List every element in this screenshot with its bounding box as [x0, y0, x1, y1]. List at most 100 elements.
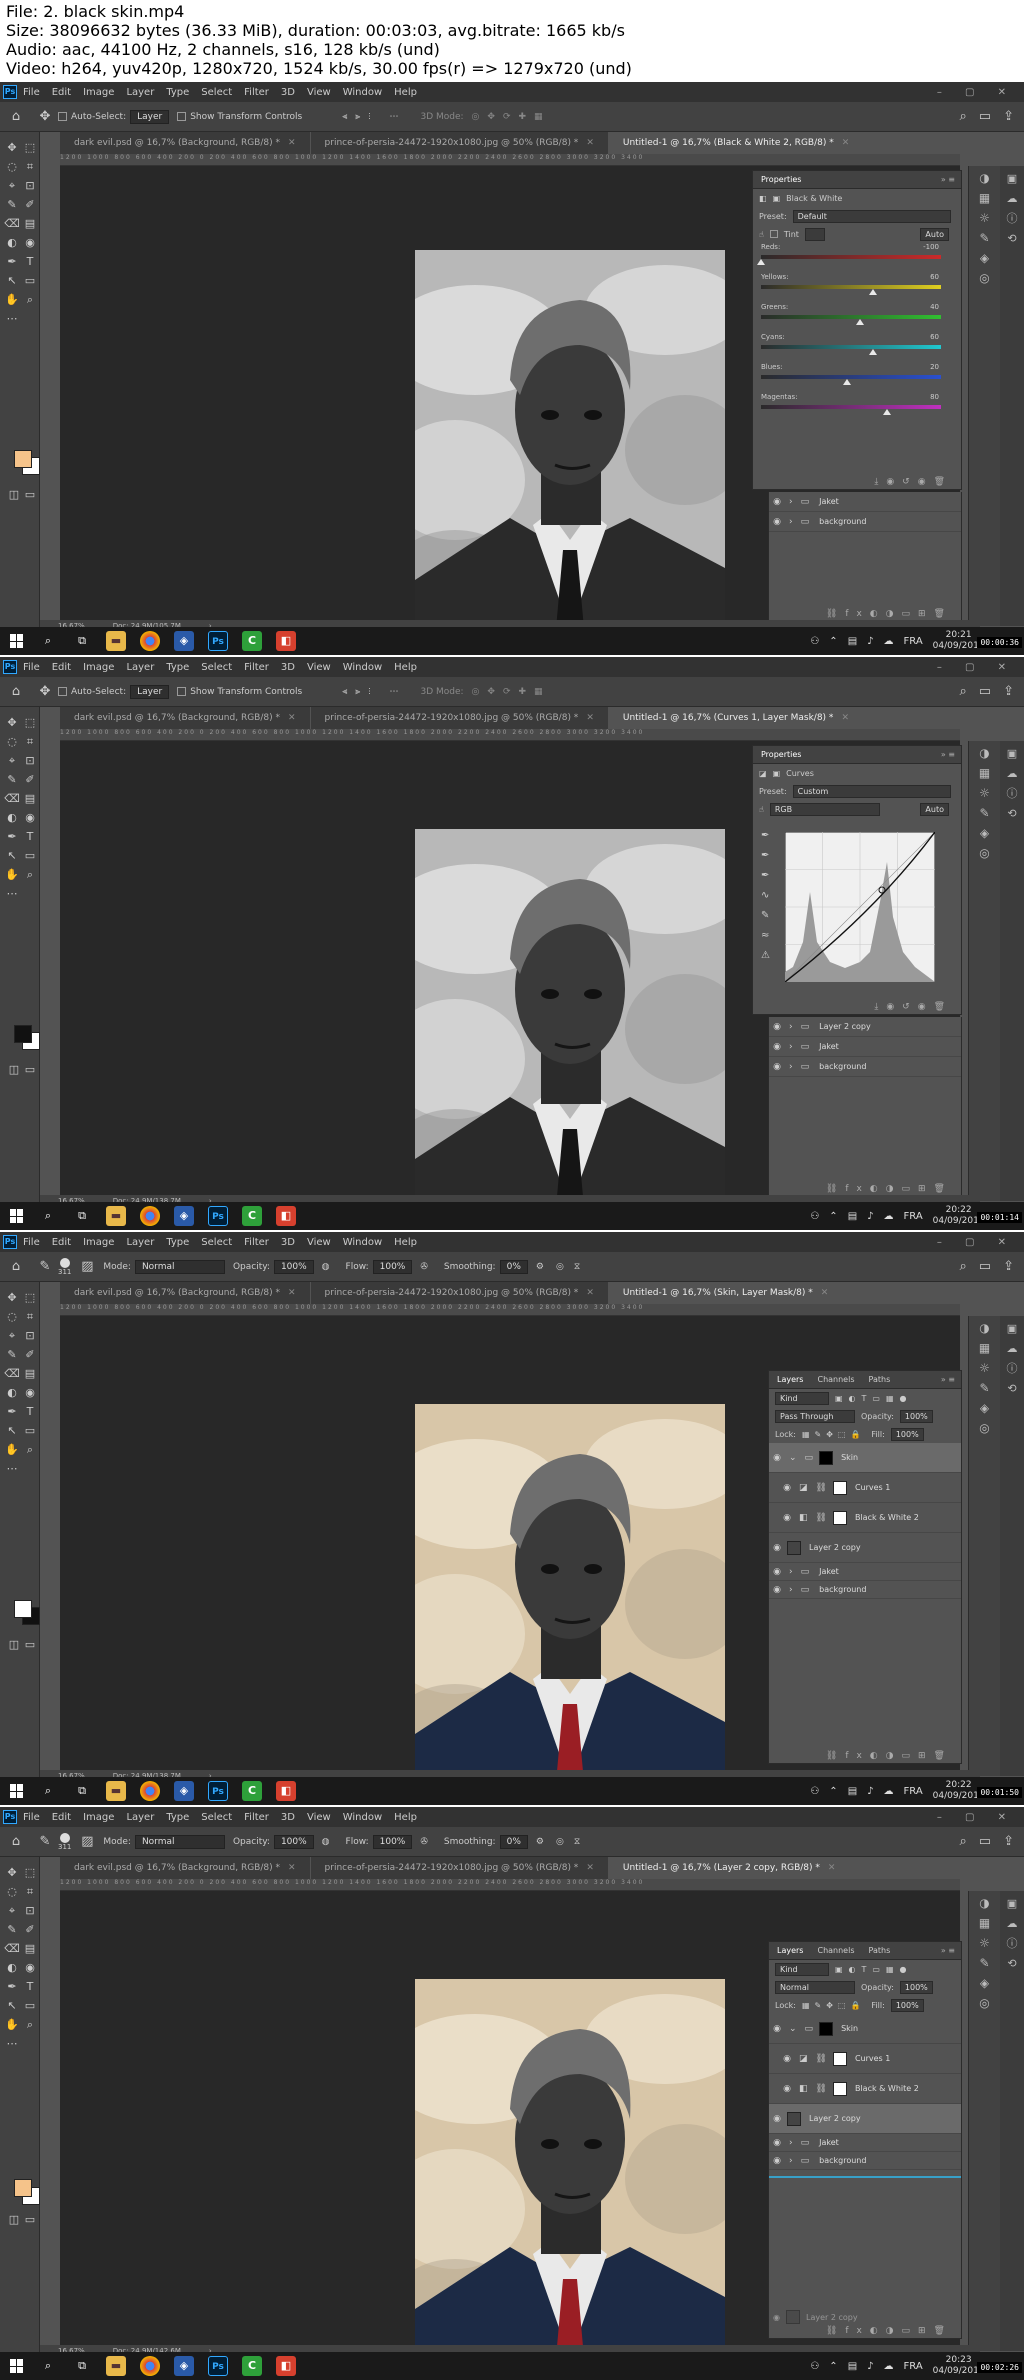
tool-icon[interactable]: ✐: [22, 1347, 38, 1363]
tool-icon[interactable]: ◌: [4, 734, 20, 750]
menu-item[interactable]: File: [23, 1237, 40, 1248]
tool-icon[interactable]: ✒: [4, 829, 20, 845]
pencil-icon[interactable]: ✎: [761, 906, 770, 926]
window-controls[interactable]: – ▢ ✕: [937, 87, 1016, 98]
tool-icon[interactable]: ⌫: [4, 216, 20, 232]
eye-icon[interactable]: ◉: [779, 2084, 795, 2094]
tab-channels[interactable]: Channels: [817, 1375, 854, 1384]
tool-icon[interactable]: ◉: [22, 1960, 38, 1976]
chrome-icon[interactable]: [140, 631, 160, 651]
expand-arrow-icon[interactable]: ›: [789, 2138, 793, 2148]
layer-row[interactable]: ◉ › ▭ Jaket: [769, 2134, 961, 2152]
channel-select[interactable]: RGB: [769, 802, 880, 816]
menu-item[interactable]: Filter: [244, 662, 269, 673]
bw-slider-thumb[interactable]: [856, 319, 864, 325]
color-panel-icon[interactable]: ◑: [977, 170, 993, 186]
layer-row[interactable]: ◉ › ▭ background: [769, 1581, 961, 1599]
volume-icon[interactable]: ♪: [867, 2361, 873, 2372]
close-icon[interactable]: ✕: [288, 138, 296, 148]
channels-icon[interactable]: ◎: [977, 270, 993, 286]
eye-icon[interactable]: ◉: [769, 1585, 785, 1595]
menu-item[interactable]: Image: [83, 1812, 114, 1823]
lock-icons[interactable]: ▦✎✥⬚🔒: [802, 2001, 865, 2010]
menu-item[interactable]: Window: [343, 1812, 382, 1823]
curves-graph[interactable]: [785, 832, 935, 982]
brush-size-picker[interactable]: 311: [58, 1832, 71, 1851]
cloud-icon[interactable]: ☁: [884, 2361, 894, 2372]
app-icon[interactable]: ◈: [174, 1781, 194, 1801]
tool-icon[interactable]: ⌖: [4, 753, 20, 769]
photoshop-icon[interactable]: Ps: [208, 631, 228, 651]
eye-icon[interactable]: ◉: [769, 1543, 785, 1553]
tab-paths[interactable]: Paths: [869, 1375, 891, 1384]
tool-icon[interactable]: ⌕: [22, 292, 38, 308]
layer-row[interactable]: ◉ › ▭ background: [769, 1057, 961, 1077]
tool-icon[interactable]: ⊡: [22, 1903, 38, 1919]
tool-icon[interactable]: ⌕: [22, 2017, 38, 2033]
adjustments-icon[interactable]: ☼: [977, 1360, 993, 1376]
menu-item[interactable]: Edit: [52, 1812, 71, 1823]
recorder-icon[interactable]: ◧: [276, 2356, 296, 2376]
camtasia-icon[interactable]: C: [242, 1781, 262, 1801]
tool-icon[interactable]: ▤: [22, 216, 38, 232]
tool-icon[interactable]: ↖: [4, 848, 20, 864]
close-icon[interactable]: ✕: [842, 138, 850, 148]
close-icon[interactable]: ✕: [288, 713, 296, 723]
brush-panel-icon[interactable]: ▨: [79, 1834, 95, 1850]
layer-row[interactable]: ◉ Layer 2 copy: [769, 2104, 961, 2134]
chrome-icon[interactable]: [140, 1781, 160, 1801]
flow-field[interactable]: 100%: [372, 1834, 413, 1849]
keyboard-language[interactable]: FRA: [904, 636, 923, 647]
search-icon[interactable]: ⌕: [960, 1259, 967, 1274]
symmetry-icon[interactable]: ⧖: [574, 1837, 580, 1847]
windows-start-icon[interactable]: [10, 2359, 24, 2373]
menu-item[interactable]: Filter: [244, 1812, 269, 1823]
bw-slider-track[interactable]: [761, 315, 941, 325]
bw-slider-thumb[interactable]: [883, 409, 891, 415]
tool-icon[interactable]: ⌖: [4, 1903, 20, 1919]
windows-start-icon[interactable]: [10, 1784, 24, 1798]
brush-size-picker[interactable]: 311: [58, 1257, 71, 1276]
recorder-icon[interactable]: ◧: [276, 1206, 296, 1226]
menu-item[interactable]: View: [307, 662, 331, 673]
cloud-icon[interactable]: ☁: [884, 1786, 894, 1797]
layers-icon[interactable]: ◈: [977, 1975, 993, 1991]
eye-icon[interactable]: ◉: [779, 2054, 795, 2064]
targeted-adjust-icon[interactable]: ☝: [759, 230, 764, 239]
tool-icon[interactable]: ↖: [4, 1998, 20, 2014]
tint-checkbox[interactable]: [769, 230, 778, 238]
adjustments-icon[interactable]: ☼: [977, 785, 993, 801]
preset-select[interactable]: Custom: [792, 784, 951, 798]
share-icon[interactable]: ⇪: [1003, 1259, 1014, 1274]
auto-select-target[interactable]: Layer: [130, 684, 170, 699]
bw-slider-thumb[interactable]: [868, 289, 877, 295]
eyedropper-gray-icon[interactable]: ✒: [761, 846, 770, 866]
opacity-field[interactable]: 100%: [273, 1834, 314, 1849]
curve-point-icon[interactable]: ∿: [761, 886, 770, 906]
expand-arrow-icon[interactable]: ›: [789, 1567, 793, 1577]
workspace-icon[interactable]: ▭: [979, 684, 991, 699]
photoshop-logo[interactable]: Ps: [3, 1235, 17, 1249]
settings-gear-icon[interactable]: ⚙: [536, 1262, 544, 1272]
close-icon[interactable]: ✕: [288, 1863, 296, 1873]
search-icon[interactable]: ⌕: [38, 1781, 58, 1801]
info-icon[interactable]: ⓘ: [1005, 1937, 1019, 1951]
file-explorer-icon[interactable]: ▬: [106, 2356, 126, 2376]
layer-mask-thumbnail[interactable]: [819, 2021, 834, 2036]
share-icon[interactable]: ⇪: [1003, 684, 1014, 699]
auto-select-checkbox[interactable]: [58, 687, 67, 696]
channels-icon[interactable]: ◎: [977, 1995, 993, 2011]
close-icon[interactable]: ✕: [821, 1288, 829, 1298]
collapse-arrow-icon[interactable]: ⌄: [789, 2024, 797, 2034]
menu-item[interactable]: View: [307, 1237, 331, 1248]
document-tab[interactable]: dark evil.psd @ 16,7% (Background, RGB/8…: [60, 1857, 310, 1879]
menu-item[interactable]: Filter: [244, 1237, 269, 1248]
3d-icons[interactable]: ◎✥⟳✚▦: [472, 112, 551, 122]
smooth-icon[interactable]: ≈: [761, 926, 770, 946]
layer-row[interactable]: ◉ › ▭ Layer 2 copy: [769, 1017, 961, 1037]
camtasia-icon[interactable]: C: [242, 631, 262, 651]
eye-icon[interactable]: ◉: [779, 1513, 795, 1523]
window-controls[interactable]: – ▢ ✕: [937, 1237, 1016, 1248]
document-canvas[interactable]: [415, 1404, 725, 1805]
layer-thumbnail[interactable]: [787, 1540, 801, 1555]
